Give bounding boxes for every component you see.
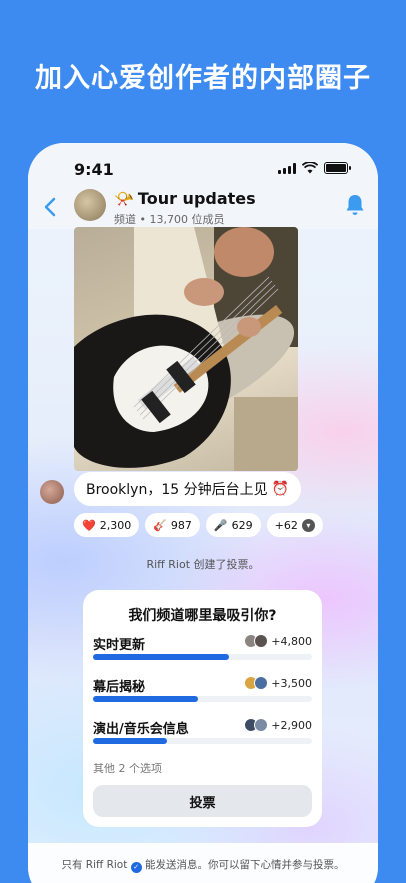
photo-illustration	[74, 227, 298, 471]
poll-option-label: 实时更新	[93, 638, 146, 653]
chat-header: 📯 Tour updates 频道 • 13,700 位成员	[28, 187, 378, 229]
reaction-more[interactable]: +62 ▾	[266, 513, 323, 537]
poll-other-options[interactable]: 其他 2 个选项	[93, 760, 162, 776]
poll-option-label: 幕后揭秘	[93, 680, 146, 695]
wifi-icon	[302, 162, 318, 174]
reaction-count: +62	[274, 518, 298, 532]
voter-avatar	[254, 718, 269, 732]
channel-title[interactable]: 📯 Tour updates	[114, 189, 256, 208]
poll-progress-track	[93, 654, 312, 660]
reaction-count: 987	[170, 518, 192, 532]
poll-option[interactable]: 幕后揭秘 +3,500	[93, 676, 312, 716]
poll-option[interactable]: 实时更新 +4,800	[93, 634, 312, 674]
verified-badge-icon: ✓	[130, 862, 142, 873]
reaction-microphone[interactable]: 🎤 629	[205, 513, 261, 537]
poll-progress-fill	[93, 696, 199, 702]
bass-guitar-photo[interactable]	[74, 227, 298, 471]
sender-avatar[interactable]	[40, 480, 64, 504]
status-time: 9:41	[74, 160, 114, 179]
reaction-count: 2,300	[99, 518, 132, 532]
channel-subtitle: 频道 • 13,700 位成员	[114, 213, 225, 226]
phone-screen: 9:41 📯 Tour updates 频道 • 13,700 位成员 Broo…	[28, 143, 378, 883]
poll-question: 我们频道哪里最吸引你?	[128, 608, 277, 624]
channel-name: Tour updates	[137, 189, 256, 208]
poll-option[interactable]: 演出/音乐会信息 +2,900	[93, 718, 312, 758]
microphone-icon: 🎤	[213, 518, 228, 532]
reactions-row: ❤️ 2,300 🎸 987 🎤 629 +62 ▾	[74, 513, 323, 537]
voter-avatar	[254, 676, 269, 690]
alarm-clock-icon: ⏰	[271, 481, 290, 497]
headline: 加入心爱创作者的内部圈子	[35, 63, 371, 94]
footer-notice: 只有 Riff Riot ✓ 能发送消息。你可以留下心情并参与投票。	[28, 843, 378, 883]
reaction-guitar[interactable]: 🎸 987	[145, 513, 200, 537]
poll-progress-track	[93, 696, 312, 702]
battery-icon	[324, 162, 351, 174]
poll-progress-fill	[93, 738, 168, 744]
message-bubble[interactable]: Brooklyn，15 分钟后台上见 ⏰	[74, 472, 302, 506]
heart-icon: ❤️	[82, 518, 96, 532]
megaphone-icon: 📯	[114, 189, 134, 208]
back-chevron-icon[interactable]	[42, 196, 60, 218]
footer-prefix: 只有 Riff Riot	[61, 859, 128, 871]
poll-option-label: 演出/音乐会信息	[93, 722, 189, 737]
footer-suffix: 能发送消息。你可以留下心情并参与投票。	[145, 859, 345, 871]
poll-progress-track	[93, 738, 312, 744]
poll-option-count: +3,500	[271, 676, 312, 690]
guitar-icon: 🎸	[153, 518, 167, 532]
poll-card: 我们频道哪里最吸引你? 实时更新 +4,800 幕后揭秘 +3,500 演出/音…	[83, 590, 322, 827]
poll-option-count: +4,800	[271, 634, 312, 648]
poll-option-voters: +3,500	[244, 676, 312, 690]
reaction-heart[interactable]: ❤️ 2,300	[74, 513, 140, 537]
system-message: Riff Riot 创建了投票。	[146, 558, 260, 571]
poll-option-voters: +2,900	[244, 718, 312, 732]
chevron-down-icon: ▾	[301, 518, 315, 532]
cellular-signal-icon	[278, 162, 296, 174]
reaction-count: 629	[231, 518, 253, 532]
poll-progress-fill	[93, 654, 229, 660]
vote-button[interactable]: 投票	[93, 785, 312, 817]
status-icons	[278, 162, 351, 174]
poll-option-count: +2,900	[271, 718, 312, 732]
bell-icon[interactable]	[344, 193, 366, 217]
poll-option-voters: +4,800	[244, 634, 312, 648]
message-text: Brooklyn，15 分钟后台上见	[86, 482, 268, 498]
footer-text: 只有 Riff Riot ✓ 能发送消息。你可以留下心情并参与投票。	[28, 857, 378, 873]
voter-avatar	[254, 634, 269, 648]
channel-avatar[interactable]	[74, 189, 106, 221]
